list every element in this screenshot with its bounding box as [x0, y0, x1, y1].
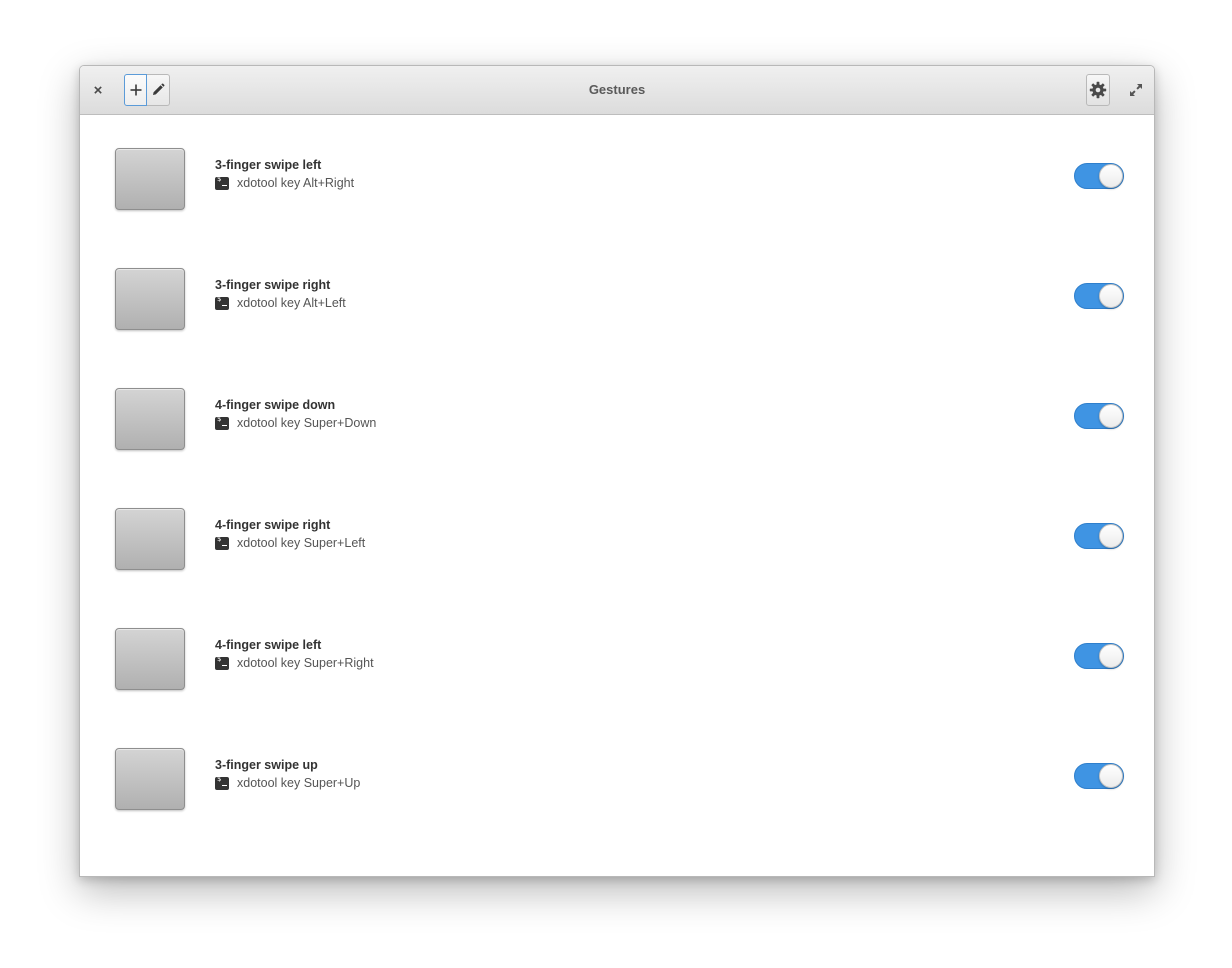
gesture-enabled-switch[interactable]: [1074, 403, 1124, 429]
gesture-enabled-switch[interactable]: [1074, 283, 1124, 309]
gesture-row[interactable]: 3-finger swipe up xdotool key Super+Up: [80, 715, 1154, 835]
gesture-command: xdotool key Super+Left: [215, 535, 366, 550]
gesture-enabled-switch[interactable]: [1074, 763, 1124, 789]
gesture-title: 3-finger swipe right: [215, 278, 331, 292]
gesture-enabled-switch[interactable]: [1074, 163, 1124, 189]
switch-knob: [1099, 284, 1123, 308]
switch-knob: [1099, 764, 1123, 788]
gesture-title: 3-finger swipe up: [215, 758, 318, 772]
edit-gesture-button[interactable]: [147, 74, 170, 106]
gesture-thumbnail: [115, 628, 185, 690]
window-title: Gestures: [588, 82, 646, 97]
gesture-thumbnail: [115, 508, 185, 570]
plus-icon: [130, 84, 141, 96]
add-gesture-button[interactable]: [124, 74, 147, 106]
maximize-button[interactable]: [1126, 80, 1146, 100]
gesture-command-text: xdotool key Super+Up: [237, 776, 361, 790]
terminal-icon: [215, 655, 229, 670]
gesture-command: xdotool key Super+Up: [215, 775, 361, 790]
gesture-title: 4-finger swipe down: [215, 398, 336, 412]
gesture-command: xdotool key Super+Right: [215, 655, 374, 670]
gesture-thumbnail: [115, 268, 185, 330]
switch-knob: [1099, 164, 1123, 188]
gesture-title: 4-finger swipe left: [215, 638, 322, 652]
settings-button[interactable]: [1086, 74, 1110, 106]
gesture-list: 3-finger swipe left xdotool key Alt+Righ…: [80, 115, 1154, 835]
terminal-icon: [215, 295, 229, 310]
gesture-command: xdotool key Alt+Right: [215, 175, 355, 190]
terminal-icon: [215, 175, 229, 190]
edit-button-group: [124, 74, 170, 106]
gesture-title: 3-finger swipe left: [215, 158, 322, 172]
gesture-row[interactable]: 4-finger swipe right xdotool key Super+L…: [80, 475, 1154, 595]
pencil-icon: [153, 83, 165, 95]
terminal-icon: [215, 775, 229, 790]
close-icon: ×: [93, 81, 103, 99]
gesture-thumbnail: [115, 748, 185, 810]
gesture-row[interactable]: 3-finger swipe right xdotool key Alt+Lef…: [80, 235, 1154, 355]
switch-knob: [1099, 404, 1123, 428]
switch-knob: [1099, 524, 1123, 548]
gesture-command-text: xdotool key Super+Right: [237, 656, 374, 670]
gesture-command-text: xdotool key Super+Down: [237, 416, 377, 430]
gesture-row[interactable]: 4-finger swipe left xdotool key Super+Ri…: [80, 595, 1154, 715]
gesture-enabled-switch[interactable]: [1074, 523, 1124, 549]
gesture-command: xdotool key Super+Down: [215, 415, 377, 430]
terminal-icon: [215, 535, 229, 550]
gesture-command-text: xdotool key Alt+Left: [237, 296, 346, 310]
close-button[interactable]: ×: [88, 78, 108, 102]
gesture-row[interactable]: 3-finger swipe left xdotool key Alt+Righ…: [80, 115, 1154, 235]
gesture-thumbnail: [115, 148, 185, 210]
switch-knob: [1099, 644, 1123, 668]
terminal-icon: [215, 415, 229, 430]
gesture-enabled-switch[interactable]: [1074, 643, 1124, 669]
gesture-title: 4-finger swipe right: [215, 518, 331, 532]
gesture-command: xdotool key Alt+Left: [215, 295, 346, 310]
gesture-row[interactable]: 4-finger swipe down xdotool key Super+Do…: [80, 355, 1154, 475]
maximize-icon: [1130, 84, 1142, 96]
titlebar: × Gestures: [80, 66, 1154, 115]
gestures-window: × Gestures 3-finger swipe left $ xdotool…: [79, 65, 1155, 877]
gesture-thumbnail: [115, 388, 185, 450]
gear-icon: [1089, 81, 1107, 99]
gesture-command-text: xdotool key Super+Left: [237, 536, 366, 550]
gesture-command-text: xdotool key Alt+Right: [237, 176, 355, 190]
